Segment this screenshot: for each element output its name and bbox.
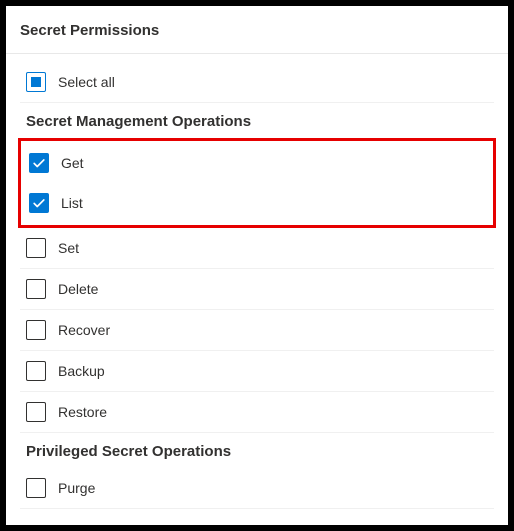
checkbox-delete[interactable] — [26, 279, 46, 299]
permission-label: Restore — [58, 404, 107, 420]
permission-row-recover: Recover — [20, 310, 494, 351]
checkbox-list[interactable] — [29, 193, 49, 213]
section-heading-management: Secret Management Operations — [20, 103, 494, 138]
permission-label: Backup — [58, 363, 105, 379]
select-all-label: Select all — [58, 74, 115, 90]
permission-label: Set — [58, 240, 79, 256]
secret-permissions-panel: Secret Permissions Select all Secret Man… — [6, 6, 508, 525]
permission-label: Get — [61, 155, 84, 171]
checkbox-purge[interactable] — [26, 478, 46, 498]
permission-label: List — [61, 195, 83, 211]
section-heading-privileged: Privileged Secret Operations — [20, 433, 494, 468]
select-all-row: Select all — [20, 62, 494, 103]
check-icon — [32, 156, 46, 170]
indeterminate-icon — [31, 77, 41, 87]
highlight-annotation: Get List — [18, 138, 496, 228]
checkbox-recover[interactable] — [26, 320, 46, 340]
page-title: Secret Permissions — [20, 22, 494, 39]
permission-label: Recover — [58, 322, 110, 338]
checkbox-backup[interactable] — [26, 361, 46, 381]
panel-header: Secret Permissions — [6, 6, 508, 54]
permission-label: Delete — [58, 281, 98, 297]
permission-row-purge: Purge — [20, 468, 494, 509]
permission-row-set: Set — [20, 228, 494, 269]
check-icon — [32, 196, 46, 210]
panel-content: Select all Secret Management Operations … — [6, 54, 508, 509]
select-all-checkbox[interactable] — [26, 72, 46, 92]
permission-label: Purge — [58, 480, 95, 496]
permission-row-restore: Restore — [20, 392, 494, 433]
checkbox-set[interactable] — [26, 238, 46, 258]
permission-row-get: Get — [23, 143, 491, 183]
permission-row-list: List — [23, 183, 491, 223]
checkbox-restore[interactable] — [26, 402, 46, 422]
permission-row-backup: Backup — [20, 351, 494, 392]
permission-row-delete: Delete — [20, 269, 494, 310]
checkbox-get[interactable] — [29, 153, 49, 173]
